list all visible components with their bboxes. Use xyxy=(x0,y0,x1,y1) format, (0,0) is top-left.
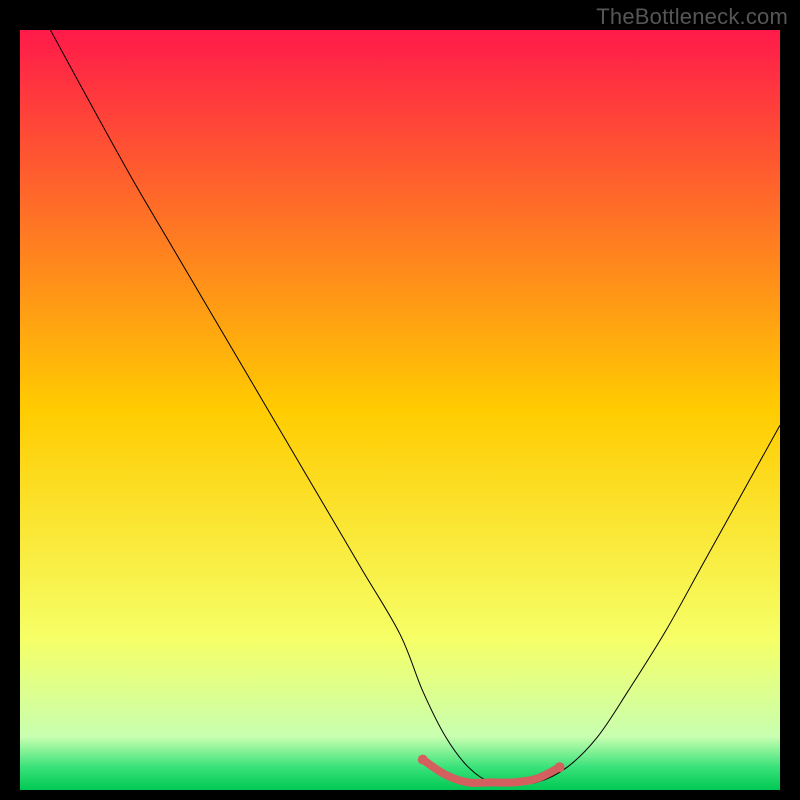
plot-frame xyxy=(20,30,780,790)
watermark-text: TheBottleneck.com xyxy=(596,4,788,30)
gradient-background xyxy=(20,30,780,790)
plot-svg xyxy=(20,30,780,790)
optimal-zone-endpoint xyxy=(418,755,428,765)
chart-container: TheBottleneck.com xyxy=(0,0,800,800)
optimal-zone-endpoint xyxy=(555,762,565,772)
